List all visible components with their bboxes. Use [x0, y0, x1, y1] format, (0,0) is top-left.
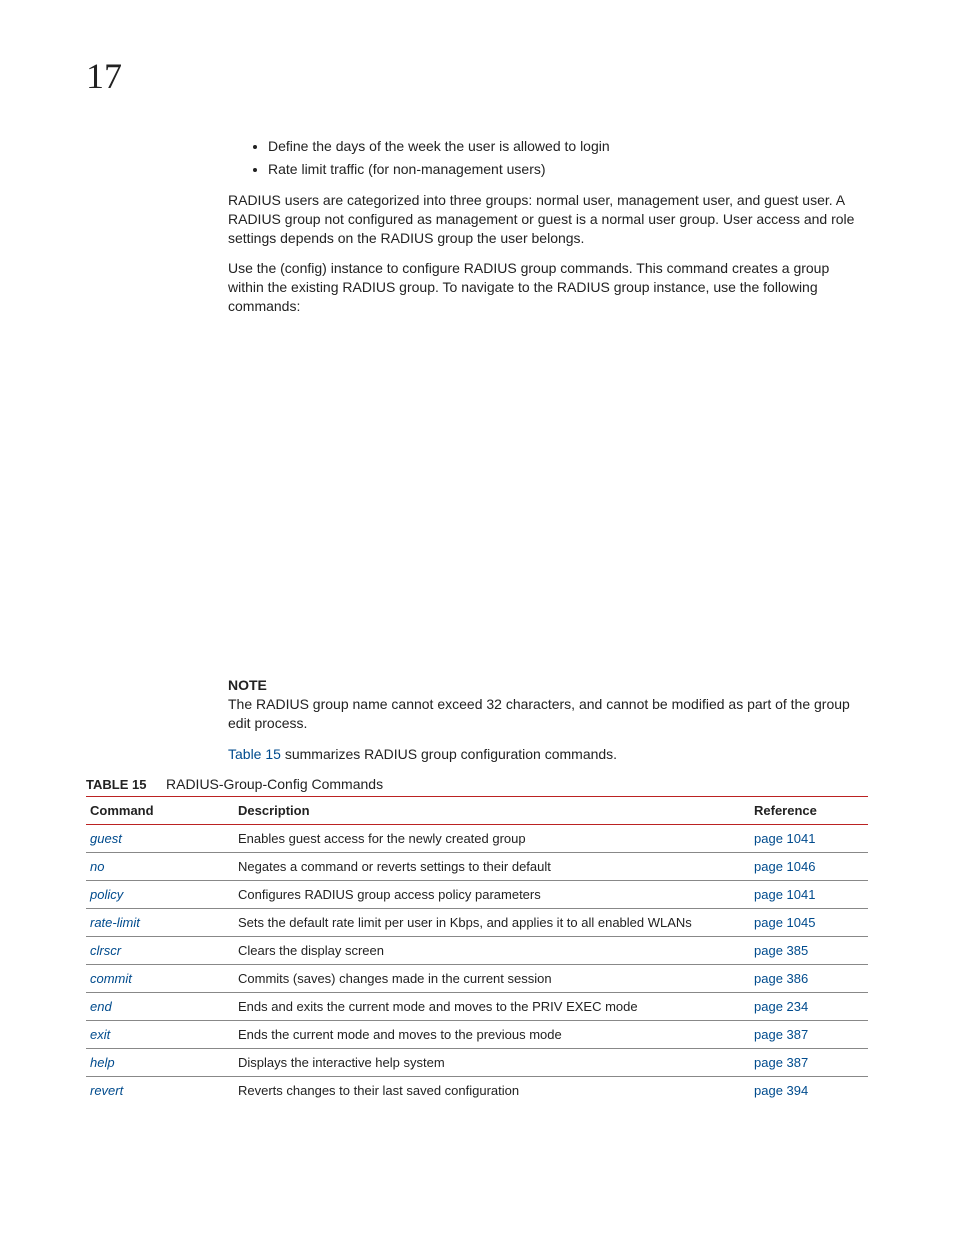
table-row: policy Configures RADIUS group access pol… [86, 880, 868, 908]
command-link[interactable]: no [90, 859, 104, 874]
table-row: exit Ends the current mode and moves to t… [86, 1020, 868, 1048]
page-ref-link[interactable]: page 394 [754, 1083, 808, 1098]
command-link[interactable]: policy [90, 887, 123, 902]
table-row: help Displays the interactive help system… [86, 1048, 868, 1076]
note-text: The RADIUS group name cannot exceed 32 c… [228, 695, 868, 733]
page-ref-link[interactable]: page 387 [754, 1055, 808, 1070]
table-row: clrscr Clears the display screen page 385 [86, 936, 868, 964]
note-label: NOTE [228, 676, 868, 695]
page-ref-link[interactable]: page 1041 [754, 887, 815, 902]
command-description: Enables guest access for the newly creat… [234, 824, 750, 852]
table-title: RADIUS-Group-Config Commands [166, 776, 383, 792]
commands-table: Command Description Reference guest Enabl… [86, 796, 868, 1104]
list-item: Rate limit traffic (for non-management u… [268, 160, 868, 179]
table-row: guest Enables guest access for the newly … [86, 824, 868, 852]
command-link[interactable]: end [90, 999, 112, 1014]
command-link[interactable]: rate-limit [90, 915, 140, 930]
command-description: Sets the default rate limit per user in … [234, 908, 750, 936]
page-ref-link[interactable]: page 1041 [754, 831, 815, 846]
command-link[interactable]: clrscr [90, 943, 121, 958]
paragraph: RADIUS users are categorized into three … [228, 191, 868, 248]
command-description: Commits (saves) changes made in the curr… [234, 964, 750, 992]
page-ref-link[interactable]: page 386 [754, 971, 808, 986]
command-link[interactable]: help [90, 1055, 115, 1070]
command-link[interactable]: guest [90, 831, 122, 846]
table-caption: TABLE 15 RADIUS-Group-Config Commands [86, 776, 868, 792]
page-ref-link[interactable]: page 385 [754, 943, 808, 958]
col-header-description: Description [234, 796, 750, 824]
command-description: Displays the interactive help system [234, 1048, 750, 1076]
table-row: revert Reverts changes to their last save… [86, 1076, 868, 1104]
chapter-number: 17 [86, 55, 868, 97]
page-ref-link[interactable]: page 387 [754, 1027, 808, 1042]
page-ref-link[interactable]: page 1046 [754, 859, 815, 874]
list-item: Define the days of the week the user is … [268, 137, 868, 156]
page-ref-link[interactable]: page 234 [754, 999, 808, 1014]
body-text: Define the days of the week the user is … [228, 137, 868, 764]
bullet-list: Define the days of the week the user is … [228, 137, 868, 179]
summary-rest: summarizes RADIUS group configuration co… [281, 746, 617, 762]
table-row: end Ends and exits the current mode and m… [86, 992, 868, 1020]
col-header-reference: Reference [750, 796, 868, 824]
command-link[interactable]: commit [90, 971, 132, 986]
table-row: no Negates a command or reverts settings … [86, 852, 868, 880]
command-description: Reverts changes to their last saved conf… [234, 1076, 750, 1104]
command-link[interactable]: revert [90, 1083, 123, 1098]
table-row: rate-limit Sets the default rate limit pe… [86, 908, 868, 936]
table-ref-link[interactable]: Table 15 [228, 746, 281, 762]
page: 17 Define the days of the week the user … [0, 0, 954, 1235]
summary-sentence: Table 15 summarizes RADIUS group configu… [228, 745, 868, 764]
command-description: Clears the display screen [234, 936, 750, 964]
command-description: Configures RADIUS group access policy pa… [234, 880, 750, 908]
col-header-command: Command [86, 796, 234, 824]
table-number: TABLE 15 [86, 777, 166, 792]
command-description: Ends the current mode and moves to the p… [234, 1020, 750, 1048]
command-link[interactable]: exit [90, 1027, 110, 1042]
note-block: NOTE The RADIUS group name cannot exceed… [228, 676, 868, 733]
paragraph: Use the (config) instance to configure R… [228, 259, 868, 316]
table-row: commit Commits (saves) changes made in th… [86, 964, 868, 992]
command-description: Negates a command or reverts settings to… [234, 852, 750, 880]
command-description: Ends and exits the current mode and move… [234, 992, 750, 1020]
page-ref-link[interactable]: page 1045 [754, 915, 815, 930]
